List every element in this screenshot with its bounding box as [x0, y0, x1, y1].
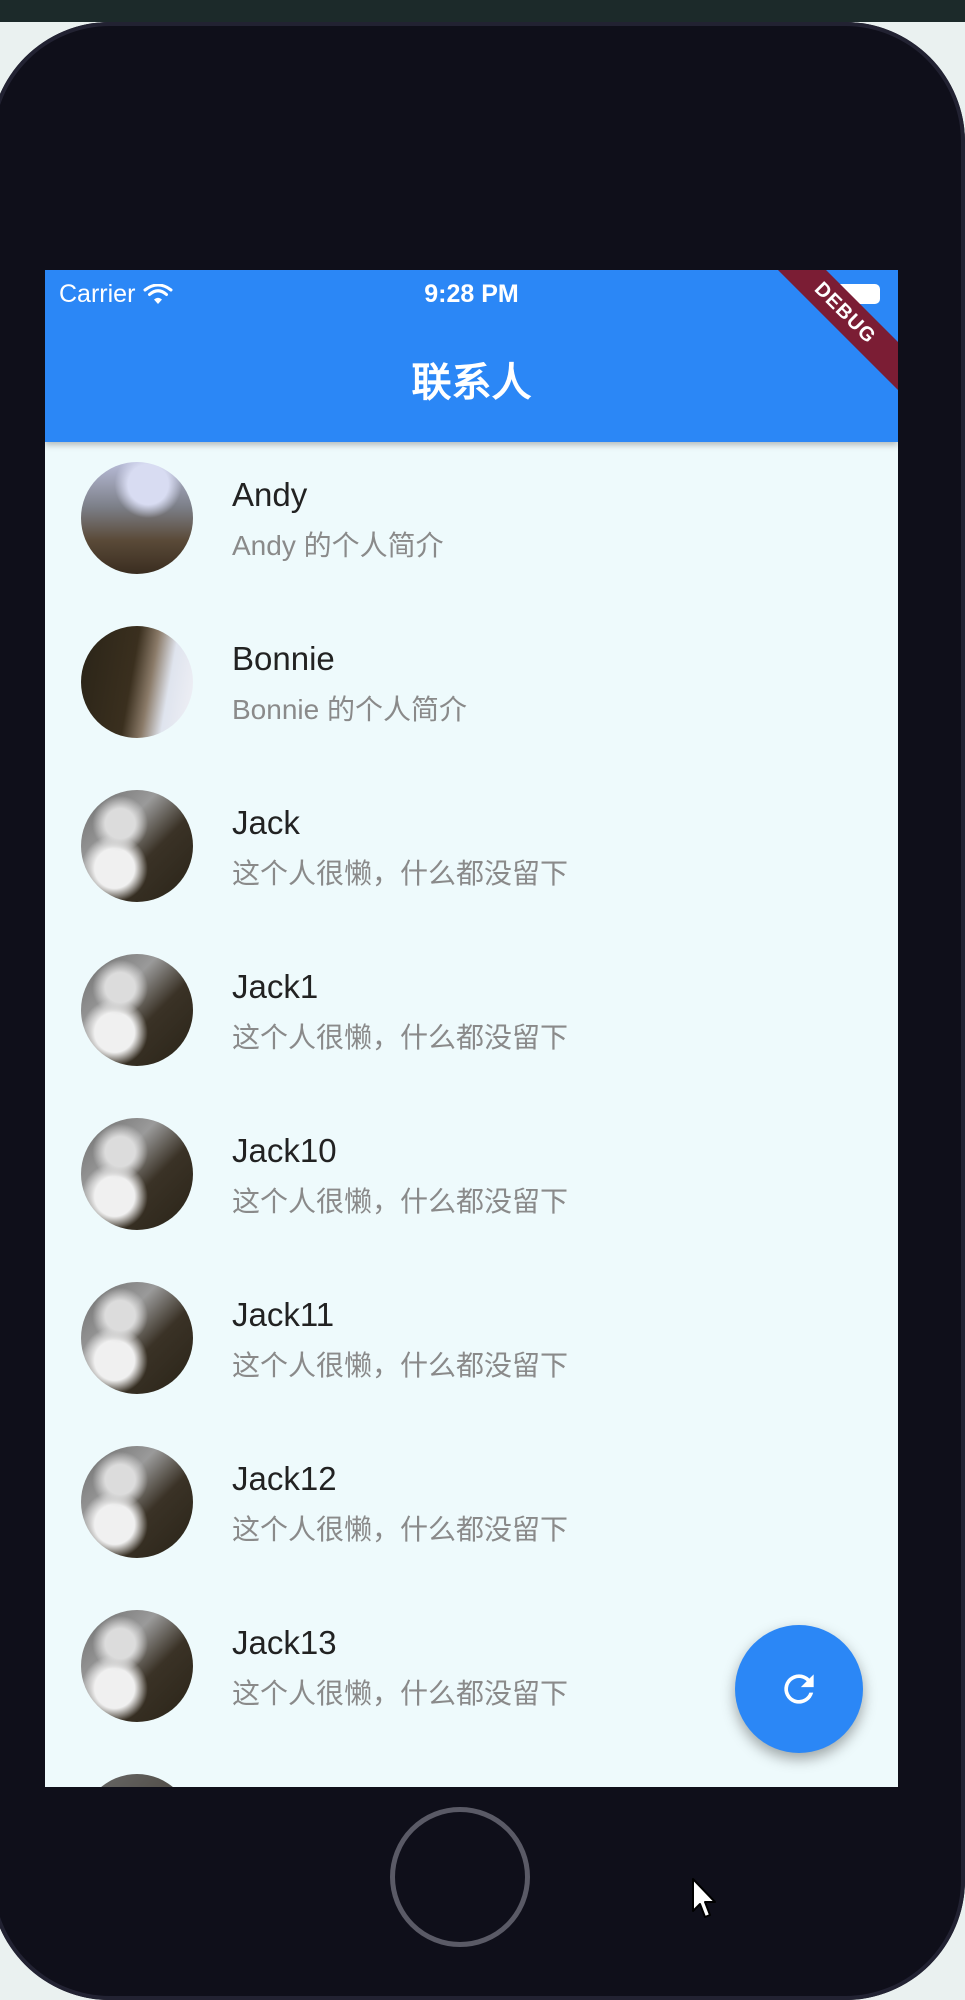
status-bar: Carrier 9:28 PM: [45, 270, 898, 320]
refresh-button[interactable]: [735, 1625, 863, 1753]
contact-name: Andy: [232, 476, 308, 513]
contact-bio: 这个人很懒，什么都没留下: [232, 1022, 569, 1053]
avatar: [81, 1774, 193, 1787]
contact-bio: 这个人很懒，什么都没留下: [232, 1514, 569, 1545]
avatar: [81, 462, 193, 574]
phone-frame: Carrier 9:28 PM 联系人 DEBUG Andy Andy 的个人简…: [0, 22, 965, 2000]
list-item[interactable]: Andy Andy 的个人简介: [45, 442, 898, 606]
list-item[interactable]: Jack1 这个人很懒，什么都没留下: [45, 934, 898, 1098]
list-item[interactable]: [45, 1754, 898, 1787]
app-bar: Carrier 9:28 PM 联系人: [45, 270, 898, 442]
desktop-top-strip: [0, 0, 965, 22]
list-item[interactable]: Jack 这个人很懒，什么都没留下: [45, 770, 898, 934]
contact-name: Jack: [232, 804, 300, 841]
avatar: [81, 1610, 193, 1722]
refresh-icon: [784, 1674, 814, 1704]
contact-name: Bonnie: [232, 640, 335, 677]
contact-name: Jack13: [232, 1624, 337, 1661]
list-item[interactable]: Jack10 这个人很懒，什么都没留下: [45, 1098, 898, 1262]
contact-bio: 这个人很懒，什么都没留下: [232, 1678, 569, 1709]
contact-bio: 这个人很懒，什么都没留下: [232, 1350, 569, 1381]
contact-name: Jack11: [232, 1296, 335, 1333]
contact-name: Jack12: [232, 1460, 337, 1497]
contact-list[interactable]: Andy Andy 的个人简介 Bonnie Bonnie 的个人简介 Jack…: [45, 442, 898, 1787]
avatar: [81, 1446, 193, 1558]
status-time: 9:28 PM: [424, 280, 519, 308]
contact-bio: 这个人很懒，什么都没留下: [232, 858, 569, 889]
avatar: [81, 1118, 193, 1230]
contact-name: Jack10: [232, 1132, 337, 1169]
avatar: [81, 626, 193, 738]
avatar: [81, 790, 193, 902]
page-title: 联系人: [411, 361, 532, 405]
home-button[interactable]: [390, 1807, 530, 1947]
list-item[interactable]: Jack12 这个人很懒，什么都没留下: [45, 1426, 898, 1590]
list-item[interactable]: Jack11 这个人很懒，什么都没留下: [45, 1262, 898, 1426]
contact-bio: Bonnie 的个人简介: [232, 694, 467, 725]
contact-bio: Andy 的个人简介: [232, 530, 444, 561]
avatar: [81, 1282, 193, 1394]
contact-name: Jack1: [232, 968, 319, 1005]
contact-bio: 这个人很懒，什么都没留下: [232, 1186, 569, 1217]
app-screen: Carrier 9:28 PM 联系人 DEBUG Andy Andy 的个人简…: [45, 270, 898, 1787]
mouse-cursor-icon: [692, 1878, 716, 1918]
avatar: [81, 954, 193, 1066]
list-item[interactable]: Bonnie Bonnie 的个人简介: [45, 606, 898, 770]
